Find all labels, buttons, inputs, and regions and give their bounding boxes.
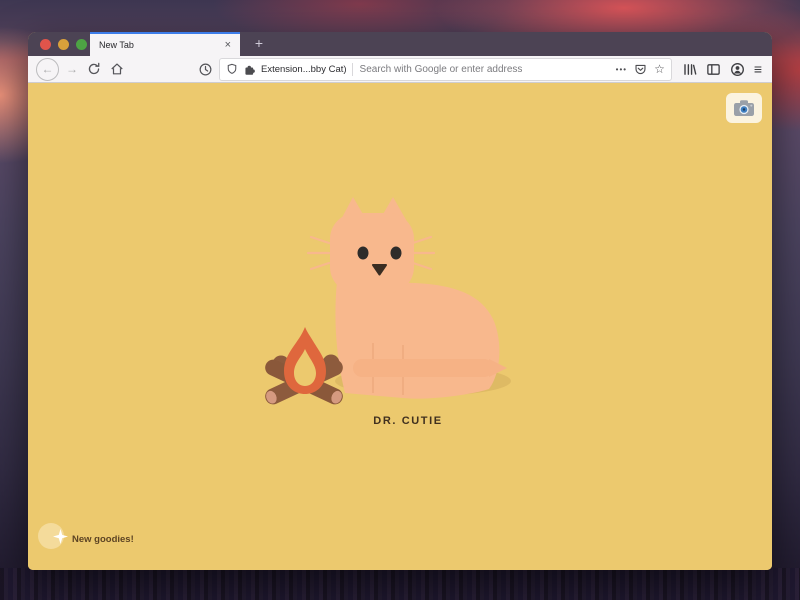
desktop: { "tab_bar": { "tab_title": "New Tab", "… — [0, 0, 800, 600]
cat-and-campfire-illustration — [253, 193, 543, 418]
zoom-window-button[interactable] — [76, 39, 87, 50]
extension-puzzle-icon — [243, 63, 256, 76]
camera-icon — [732, 97, 756, 119]
screenshot-camera-button[interactable] — [726, 93, 762, 123]
back-icon: ← — [42, 62, 54, 76]
minimize-window-button[interactable] — [58, 39, 69, 50]
tabby-cat-page: DR. CUTIE New goodies! — [28, 83, 772, 570]
new-goodies-button[interactable]: New goodies! — [38, 521, 134, 551]
url-bar[interactable]: Extension...bby Cat) ••• ☆ — [219, 58, 672, 81]
cat-name-label: DR. CUTIE — [258, 415, 558, 427]
tracking-shield-icon[interactable] — [226, 63, 238, 75]
tab-title: New Tab — [99, 40, 225, 50]
bookmark-star-icon[interactable]: ☆ — [654, 63, 665, 75]
navigation-toolbar: ← → Exte — [28, 56, 772, 83]
tab-close-icon[interactable]: × — [225, 40, 231, 51]
extension-button-label[interactable]: Extension...bby Cat) — [261, 64, 347, 75]
traffic-lights — [40, 39, 87, 50]
sparkle-icon — [53, 529, 68, 544]
reload-icon — [87, 62, 101, 76]
home-button[interactable] — [108, 60, 126, 78]
back-button[interactable]: ← — [36, 58, 59, 81]
wallpaper-forest — [0, 568, 800, 600]
account-icon[interactable] — [730, 62, 745, 77]
tab-new-tab[interactable]: New Tab × — [90, 32, 240, 56]
close-window-button[interactable] — [40, 39, 51, 50]
history-button[interactable] — [196, 60, 214, 78]
urlbar-separator — [352, 63, 353, 76]
history-clock-icon — [198, 62, 213, 77]
new-tab-button[interactable]: + — [249, 34, 269, 54]
browser-window: New Tab × + ← → — [28, 32, 772, 570]
new-goodies-label: New goodies! — [72, 534, 134, 551]
cat-eye-right — [391, 247, 402, 260]
cat-eye-left — [358, 247, 369, 260]
page-actions-overflow-icon[interactable]: ••• — [616, 65, 627, 74]
toolbar-right-buttons: ≡ — [682, 62, 762, 77]
home-icon — [110, 62, 124, 76]
goodie-gift-icon — [38, 521, 68, 551]
page-action-buttons: ••• ☆ — [616, 63, 665, 76]
forward-button[interactable]: → — [64, 62, 80, 76]
pocket-icon[interactable] — [634, 63, 647, 76]
campfire — [263, 327, 346, 407]
hamburger-menu-icon[interactable]: ≡ — [754, 62, 762, 76]
search-input[interactable] — [358, 63, 611, 76]
reload-button[interactable] — [85, 60, 103, 78]
forward-icon: → — [66, 62, 78, 76]
library-icon[interactable] — [682, 62, 697, 77]
sidebar-icon[interactable] — [706, 62, 721, 77]
tab-bar: New Tab × + — [28, 32, 772, 56]
